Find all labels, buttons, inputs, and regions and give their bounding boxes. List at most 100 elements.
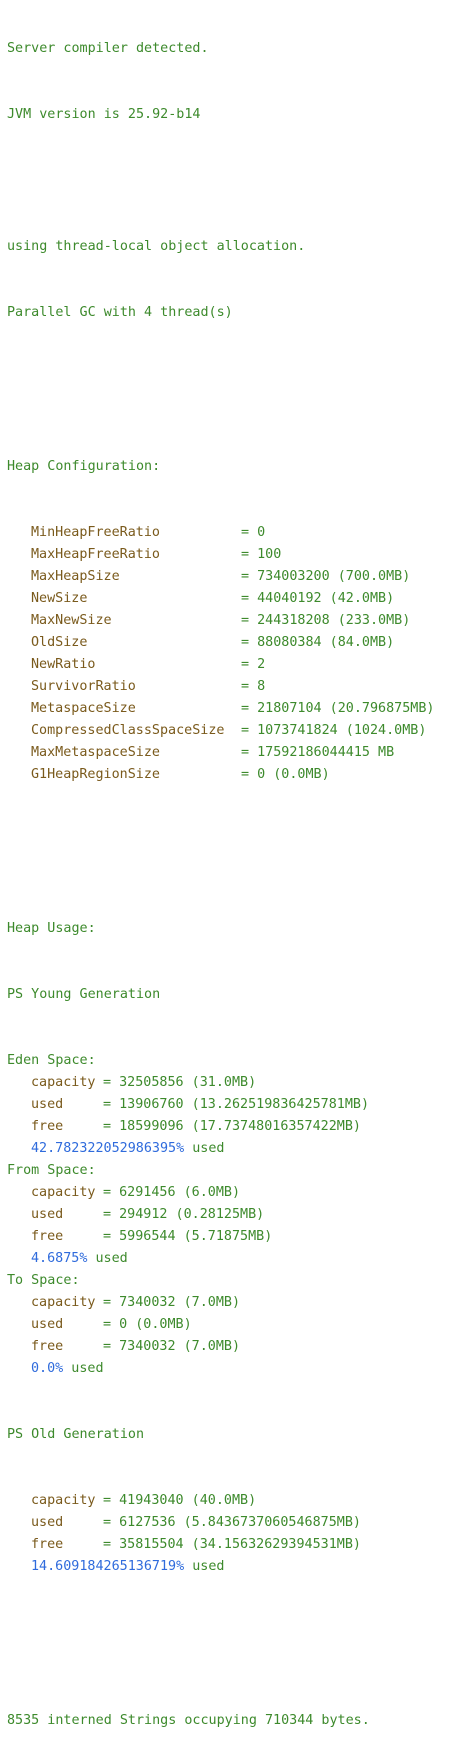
usage-row-free: free = 5996544 (5.71875MB) [7, 1226, 435, 1248]
interned-strings-line: 8535 interned Strings occupying 710344 b… [7, 1713, 370, 1728]
equals-sign: = [241, 635, 258, 650]
usage-value-free: 5996544 (5.71875MB) [119, 1229, 273, 1244]
heap-config-value: 1073741824 (1024.0MB) [257, 723, 427, 738]
equals-sign: = [103, 1317, 120, 1332]
usage-value-free: 35815504 (34.15632629394531MB) [119, 1537, 361, 1552]
usage-key-free: free [31, 1119, 64, 1134]
heap-config-value: 100 [257, 547, 282, 562]
heap-config-key: MaxHeapFreeRatio [31, 547, 160, 562]
usage-row-free: free = 7340032 (7.0MB) [7, 1336, 435, 1358]
heap-config-row: MaxHeapSize = 734003200 (700.0MB) [7, 566, 435, 588]
heap-usage-title: Heap Usage: [7, 921, 96, 936]
usage-value-capacity: 7340032 (7.0MB) [119, 1295, 241, 1310]
heap-config-list: MinHeapFreeRatio = 0 MaxHeapFreeRatio = 100… [7, 522, 435, 786]
usage-row-capacity: capacity = 6291456 (6.0MB) [7, 1182, 435, 1204]
old-gen-stats: capacity = 41943040 (40.0MB) used = 6127536… [7, 1490, 435, 1578]
usage-key-capacity: capacity [31, 1185, 96, 1200]
usage-percent: 4.6875% [31, 1251, 88, 1266]
heap-config-value: 44040192 (42.0MB) [257, 591, 395, 606]
usage-key-used: used [31, 1207, 64, 1222]
equals-sign: = [103, 1207, 120, 1222]
young-gen-title: PS Young Generation [7, 987, 161, 1002]
usage-percent: 14.609184265136719% [31, 1559, 185, 1574]
heap-config-key: MaxNewSize [31, 613, 112, 628]
usage-percent-suffix: used [87, 1251, 128, 1266]
equals-sign: = [241, 745, 258, 760]
equals-sign: = [103, 1119, 120, 1134]
heap-config-key: MaxHeapSize [31, 569, 120, 584]
heap-config-value: 17592186044415 MB [257, 745, 395, 760]
usage-row-used: used = 13906760 (13.262519836425781MB) [7, 1094, 435, 1116]
heap-config-value: 0 [257, 525, 266, 540]
equals-sign: = [241, 767, 258, 782]
equals-sign: = [103, 1229, 120, 1244]
heap-config-row: CompressedClassSpaceSize = 1073741824 (10… [7, 720, 435, 742]
equals-sign: = [103, 1515, 120, 1530]
equals-sign: = [241, 679, 258, 694]
heap-config-row: NewSize = 44040192 (42.0MB) [7, 588, 435, 610]
usage-key-used: used [31, 1097, 64, 1112]
usage-key-free: free [31, 1229, 64, 1244]
usage-row-capacity: capacity = 41943040 (40.0MB) [7, 1490, 435, 1512]
heap-config-key: MinHeapFreeRatio [31, 525, 160, 540]
heap-config-row: G1HeapRegionSize = 0 (0.0MB) [7, 764, 435, 786]
usage-percent-suffix: used [63, 1361, 104, 1376]
heap-config-value: 0 (0.0MB) [257, 767, 330, 782]
heap-config-key: MetaspaceSize [31, 701, 136, 716]
usage-key-free: free [31, 1339, 64, 1354]
space-title: From Space: [7, 1163, 96, 1178]
usage-percent: 42.782322052986395% [31, 1141, 185, 1156]
usage-key-free: free [31, 1537, 64, 1552]
space-title: Eden Space: [7, 1053, 96, 1068]
heap-config-row: MaxNewSize = 244318208 (233.0MB) [7, 610, 435, 632]
usage-percent-row: 0.0% used [7, 1358, 435, 1380]
equals-sign: = [103, 1493, 120, 1508]
heap-config-key: MaxMetaspaceSize [31, 745, 160, 760]
heap-config-row: SurvivorRatio = 8 [7, 676, 435, 698]
usage-percent: 0.0% [31, 1361, 64, 1376]
heap-config-row: MinHeapFreeRatio = 0 [7, 522, 435, 544]
usage-value-used: 6127536 (5.8436737060546875MB) [119, 1515, 361, 1530]
heap-config-row: OldSize = 88080384 (84.0MB) [7, 632, 435, 654]
usage-key-used: used [31, 1515, 64, 1530]
equals-sign: = [103, 1295, 120, 1310]
heap-config-row: MetaspaceSize = 21807104 (20.796875MB) [7, 698, 435, 720]
equals-sign: = [241, 613, 258, 628]
heap-config-value: 88080384 (84.0MB) [257, 635, 395, 650]
heap-config-key: CompressedClassSpaceSize [31, 723, 225, 738]
usage-key-used: used [31, 1317, 64, 1332]
heap-config-key: OldSize [31, 635, 88, 650]
heap-config-title: Heap Configuration: [7, 459, 161, 474]
equals-sign: = [103, 1537, 120, 1552]
equals-sign: = [241, 657, 258, 672]
usage-percent-suffix: used [184, 1559, 225, 1574]
heap-config-value: 21807104 (20.796875MB) [257, 701, 435, 716]
equals-sign: = [241, 723, 258, 738]
intro-line-compiler: Server compiler detected. [7, 41, 209, 56]
usage-key-capacity: capacity [31, 1075, 96, 1090]
usage-percent-suffix: used [184, 1141, 225, 1156]
usage-row-capacity: capacity = 7340032 (7.0MB) [7, 1292, 435, 1314]
equals-sign: = [241, 701, 258, 716]
usage-value-capacity: 41943040 (40.0MB) [119, 1493, 257, 1508]
usage-row-capacity: capacity = 32505856 (31.0MB) [7, 1072, 435, 1094]
equals-sign: = [241, 547, 258, 562]
heap-config-value: 244318208 (233.0MB) [257, 613, 411, 628]
equals-sign: = [103, 1185, 120, 1200]
intro-line-jvm-version: JVM version is 25.92-b14 [7, 107, 201, 122]
equals-sign: = [103, 1097, 120, 1112]
equals-sign: = [241, 591, 258, 606]
usage-value-free: 18599096 (17.73748016357422MB) [119, 1119, 361, 1134]
usage-percent-row: 42.782322052986395% used [7, 1138, 435, 1160]
usage-row-used: used = 6127536 (5.8436737060546875MB) [7, 1512, 435, 1534]
equals-sign: = [241, 525, 258, 540]
usage-key-capacity: capacity [31, 1493, 96, 1508]
heap-config-key: SurvivorRatio [31, 679, 136, 694]
heap-config-key: NewSize [31, 591, 88, 606]
heap-config-row: NewRatio = 2 [7, 654, 435, 676]
alloc-line-gc: Parallel GC with 4 thread(s) [7, 305, 233, 320]
